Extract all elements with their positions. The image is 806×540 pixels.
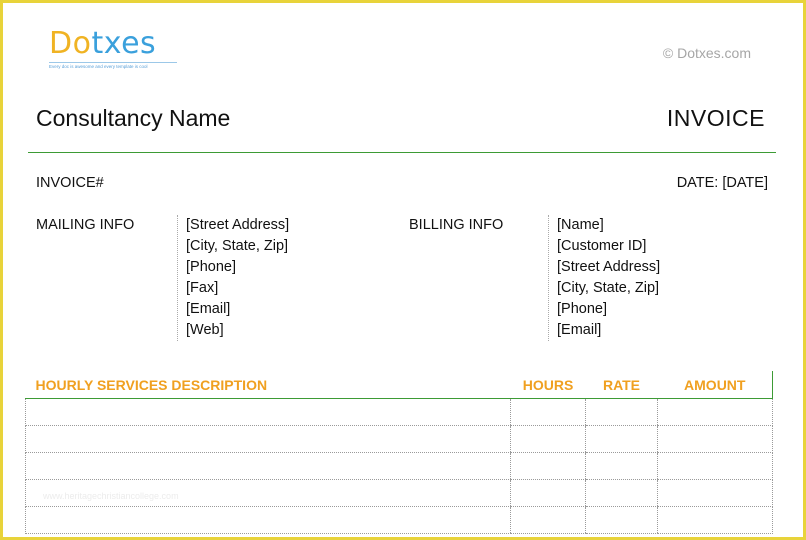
logo-letter-o: o	[72, 26, 92, 61]
mailing-info-label: MAILING INFO	[36, 217, 135, 233]
description-cell[interactable]	[25, 398, 511, 426]
amount-cell[interactable]	[657, 425, 773, 453]
logo-letter-d: D	[49, 26, 73, 61]
header-divider	[28, 152, 776, 153]
billing-email[interactable]: [Email]	[557, 320, 660, 341]
rate-cell[interactable]	[585, 506, 658, 534]
amount-cell[interactable]	[657, 398, 773, 426]
amount-cell[interactable]	[657, 479, 773, 507]
billing-phone[interactable]: [Phone]	[557, 299, 660, 320]
mailing-web[interactable]: [Web]	[186, 320, 289, 341]
rate-cell[interactable]	[585, 479, 658, 507]
services-header-row: HOURLY SERVICES DESCRIPTION HOURS RATE A…	[25, 371, 773, 399]
watermark-text: www.heritagechristiancollege.com	[43, 491, 179, 501]
invoice-number-label[interactable]: INVOICE#	[36, 175, 104, 191]
rate-cell[interactable]	[585, 452, 658, 480]
billing-info-label: BILLING INFO	[409, 217, 504, 233]
billing-address-block[interactable]: [Name] [Customer ID] [Street Address] [C…	[548, 215, 660, 341]
col-header-rate: RATE	[585, 371, 658, 399]
description-cell[interactable]	[25, 425, 511, 453]
hours-cell[interactable]	[510, 479, 586, 507]
table-row	[25, 506, 773, 534]
billing-name[interactable]: [Name]	[557, 215, 660, 236]
table-row	[25, 398, 773, 426]
hours-cell[interactable]	[510, 452, 586, 480]
services-table: HOURLY SERVICES DESCRIPTION HOURS RATE A…	[25, 371, 773, 534]
rate-cell[interactable]	[585, 398, 658, 426]
description-cell[interactable]	[25, 452, 511, 480]
hours-cell[interactable]	[510, 425, 586, 453]
col-header-hours: HOURS	[510, 371, 586, 399]
mailing-city-state-zip[interactable]: [City, State, Zip]	[186, 236, 289, 257]
col-header-amount: AMOUNT	[657, 371, 773, 399]
description-cell[interactable]	[25, 506, 511, 534]
mailing-street[interactable]: [Street Address]	[186, 215, 289, 236]
table-row	[25, 452, 773, 480]
hours-cell[interactable]	[510, 398, 586, 426]
col-header-description: HOURLY SERVICES DESCRIPTION	[25, 371, 511, 399]
mailing-email[interactable]: [Email]	[186, 299, 289, 320]
mailing-address-block[interactable]: [Street Address] [City, State, Zip] [Pho…	[177, 215, 289, 341]
amount-cell[interactable]	[657, 452, 773, 480]
billing-customer-id[interactable]: [Customer ID]	[557, 236, 660, 257]
rate-cell[interactable]	[585, 425, 658, 453]
mailing-phone[interactable]: [Phone]	[186, 257, 289, 278]
billing-street[interactable]: [Street Address]	[557, 257, 660, 278]
billing-city-state-zip[interactable]: [City, State, Zip]	[557, 278, 660, 299]
mailing-fax[interactable]: [Fax]	[186, 278, 289, 299]
copyright-notice: © Dotxes.com	[662, 45, 751, 61]
table-row	[25, 425, 773, 453]
hours-cell[interactable]	[510, 506, 586, 534]
logo-tagline: Every doc is awesome and every template …	[49, 62, 177, 69]
logo-letters-txes: txes	[91, 26, 157, 61]
dotxes-logo[interactable]: Dotxes Every doc is awesome and every te…	[49, 27, 177, 69]
logo-wordmark: Dotxes	[49, 27, 177, 61]
invoice-page: Dotxes Every doc is awesome and every te…	[0, 0, 806, 540]
document-title: INVOICE	[666, 105, 765, 131]
amount-cell[interactable]	[657, 506, 773, 534]
company-name[interactable]: Consultancy Name	[36, 105, 230, 132]
invoice-date[interactable]: DATE: [DATE]	[677, 175, 768, 191]
